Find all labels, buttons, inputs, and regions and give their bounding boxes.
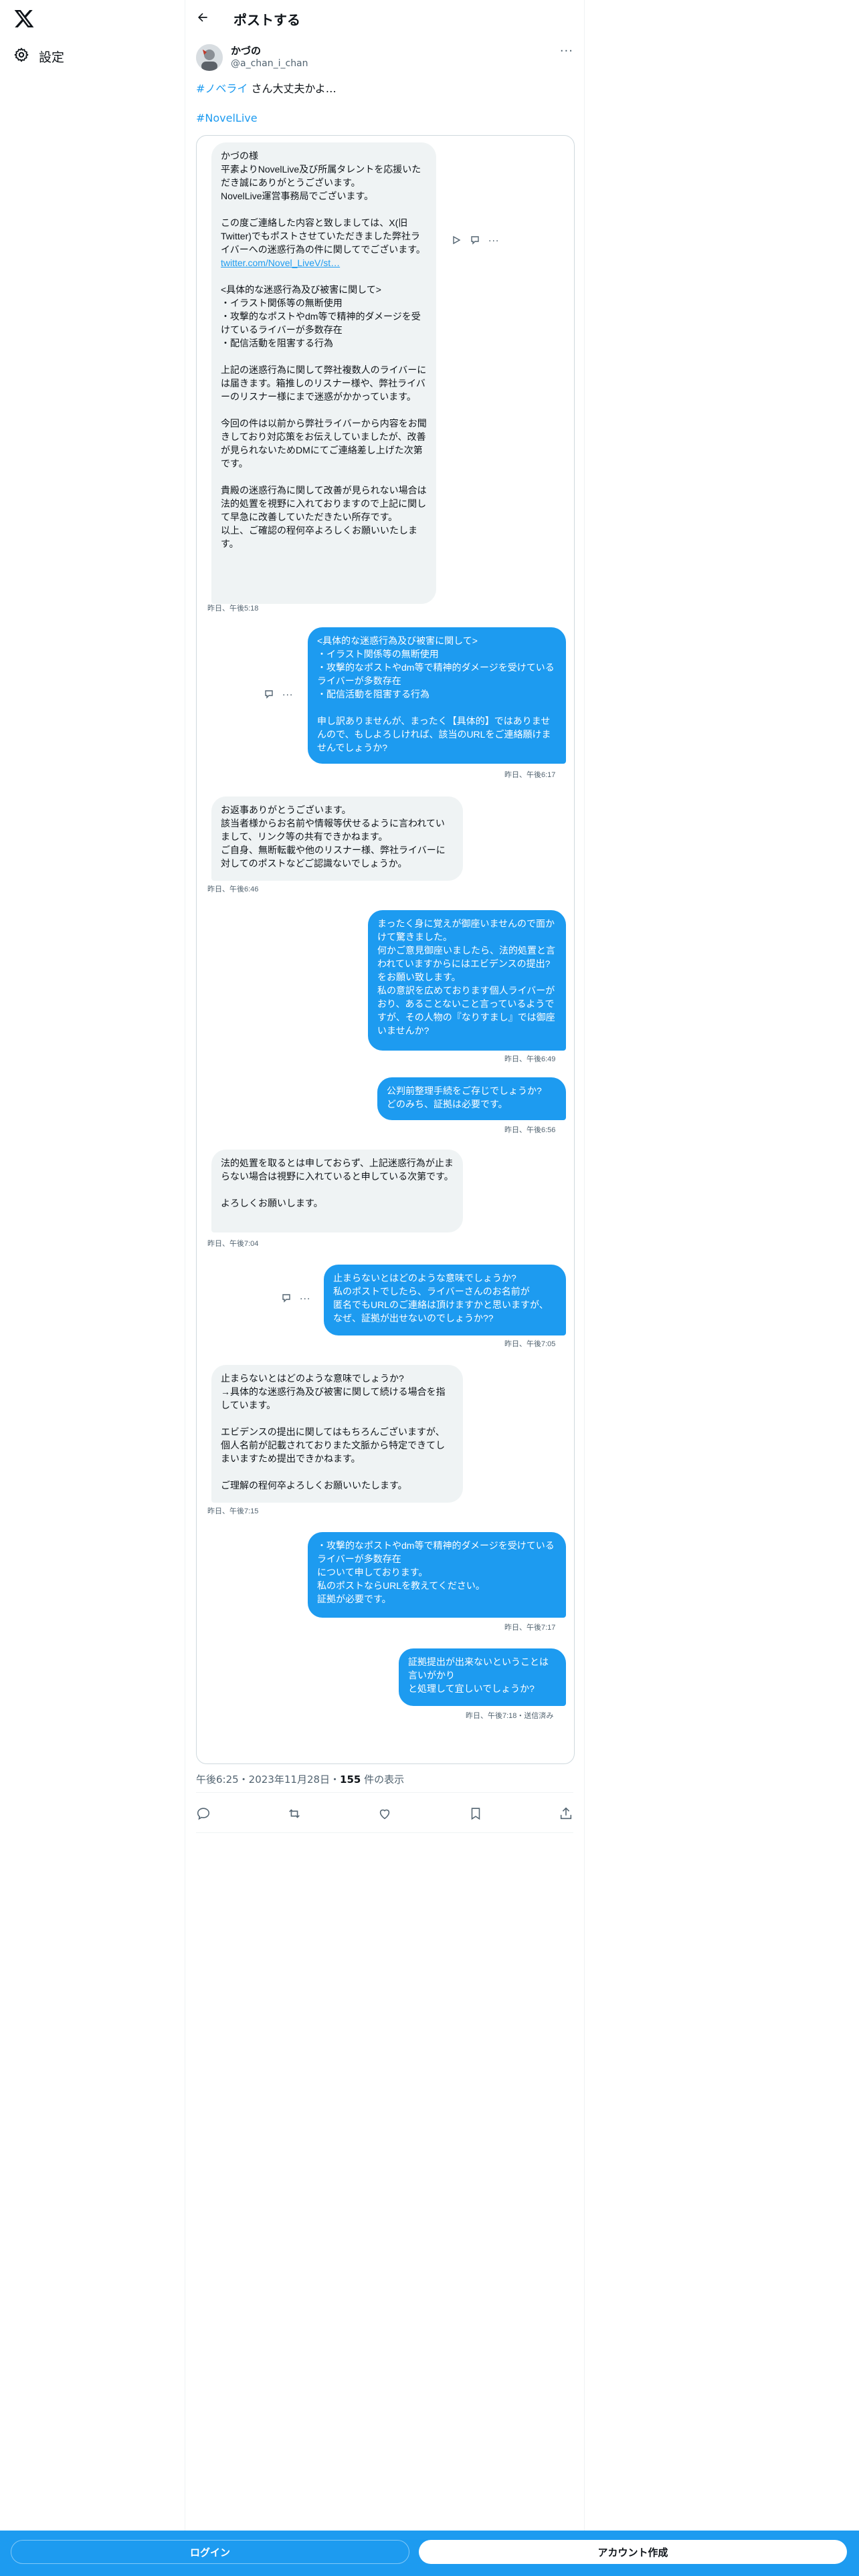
dm-message-out: ・攻撃的なポストやdm等で精神的ダメージを受けているライバーが多数存在 について… [308, 1532, 566, 1618]
more-icon: ··· [488, 236, 500, 247]
x-logo-icon[interactable] [13, 8, 35, 29]
dm-timestamp: 昨日、午後7:04 [207, 1240, 259, 1248]
post-text-body: さん大丈夫かよ… [248, 82, 337, 95]
dm-actions: ··· [264, 689, 293, 702]
top-bar: ポストする [185, 0, 584, 37]
divider [196, 1832, 573, 1833]
like-icon[interactable] [377, 1806, 392, 1824]
more-icon: ··· [300, 1294, 311, 1305]
gear-icon [13, 47, 29, 66]
post-action-bar [196, 1799, 573, 1831]
dm-timestamp: 昨日、午後6:17 [504, 771, 556, 779]
hashtag-link[interactable]: #NovelLive [196, 112, 258, 124]
reply-icon [281, 1293, 292, 1306]
more-options-icon[interactable]: ··· [560, 44, 573, 58]
reply-icon [264, 689, 274, 702]
signup-button[interactable]: アカウント作成 [419, 2540, 847, 2564]
dm-actions: ··· [281, 1293, 310, 1306]
dm-timestamp: 昨日、午後7:15 [207, 1507, 259, 1515]
repost-icon[interactable] [287, 1806, 302, 1824]
views-count: 155 [340, 1774, 361, 1786]
react-icon [451, 235, 462, 248]
dm-message-out: 証拠提出が出来ないということは言いがかり と処理して宜しいでしょうか? [399, 1648, 566, 1706]
dm-actions: ··· [451, 235, 499, 248]
views-label: 件の表示 [361, 1774, 405, 1786]
avatar[interactable] [196, 44, 223, 71]
nav-settings-label: 設定 [39, 49, 65, 65]
dm-message-out: 止まらないとはどのような意味でしょうか? 私のポストでしたら、ライバーさんのお名… [324, 1265, 566, 1335]
dm-message-out: まったく身に覚えが御座いませんので面かけて驚きました。 何かご意見御座いましたら… [368, 910, 566, 1051]
author-name[interactable]: かづの [231, 44, 308, 58]
post-author: かづの @a_chan_i_chan ··· [185, 37, 584, 71]
dm-timestamp: 昨日、午後6:49 [504, 1055, 556, 1063]
nav-settings[interactable]: 設定 [13, 44, 64, 68]
dm-message-in: お返事ありがとうございます。 該当者様からお名前や情報等伏せるように言われていま… [211, 796, 463, 881]
bookmark-icon[interactable] [468, 1806, 483, 1824]
login-button[interactable]: ログイン [11, 2540, 409, 2564]
reply-icon [470, 235, 480, 248]
back-arrow-icon[interactable] [196, 11, 209, 27]
dm-message-out: <具体的な迷惑行為及び被害に関して> ・イラスト関係等の無断使用 ・攻撃的なポス… [308, 627, 566, 764]
main-column: ポストする かづの @a_chan_i_chan ··· #ノベライ さん大丈夫… [185, 0, 585, 2576]
bottom-signin-bar: ログイン アカウント作成 [0, 2531, 859, 2576]
author-handle[interactable]: @a_chan_i_chan [231, 58, 308, 70]
dm-message-out: 公判前整理手続をご存じでしょうか? どのみち、証拠は必要です。 [377, 1077, 566, 1120]
reply-icon[interactable] [196, 1806, 211, 1824]
post-meta: 午後6:25・2023年11月28日・155 件の表示 [196, 1772, 404, 1786]
divider [196, 1792, 573, 1793]
dm-message-in: 止まらないとはどのような意味でしょうか? →具体的な迷惑行為及び被害に関して続け… [211, 1365, 463, 1503]
dm-link: twitter.com/Novel_LiveV/st… [221, 257, 341, 268]
page-title: ポストする [233, 11, 300, 28]
dm-timestamp: 昨日、午後6:56 [504, 1126, 556, 1134]
dm-timestamp: 昨日、午後6:46 [207, 885, 259, 893]
share-icon[interactable] [559, 1806, 573, 1824]
left-nav: 設定 [0, 0, 185, 2576]
hashtag-link[interactable]: #ノベライ [196, 82, 248, 95]
dm-message-in: かづの様 平素よりNovelLive及び所属タレントを応援いただき誠にありがとう… [211, 142, 436, 604]
dm-timestamp: 昨日、午後5:18 [207, 605, 259, 613]
post-timestamp[interactable]: 午後6:25・2023年11月28日・ [196, 1774, 340, 1786]
post-text: #ノベライ さん大丈夫かよ… #NovelLive [185, 71, 584, 126]
more-icon: ··· [282, 690, 294, 701]
dm-message-in: 法的処置を取るとは申しておらず、上記迷惑行為が止まらない場合は視野に入れていると… [211, 1150, 463, 1232]
post-image[interactable]: かづの様 平素よりNovelLive及び所属タレントを応援いただき誠にありがとう… [196, 135, 575, 1764]
dm-timestamp: 昨日、午後7:18・送信済み [466, 1712, 554, 1720]
dm-timestamp: 昨日、午後7:17 [504, 1624, 556, 1632]
dm-timestamp: 昨日、午後7:05 [504, 1340, 556, 1348]
